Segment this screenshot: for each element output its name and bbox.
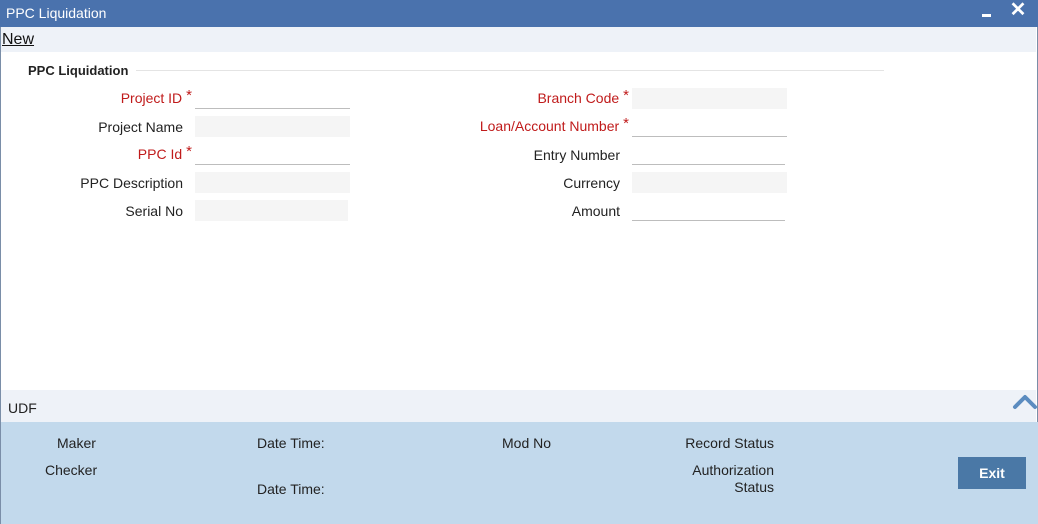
new-link[interactable]: New (2, 31, 34, 49)
menu-bar: New (1, 27, 1036, 52)
section-title: PPC Liquidation (28, 63, 129, 78)
ppc-description-label: PPC Description (80, 175, 183, 191)
branch-code-label: Branch Code * (537, 87, 629, 106)
udf-bar[interactable]: UDF (1, 390, 1036, 422)
ppc-id-label: PPC Id * (137, 143, 192, 162)
section-divider (136, 70, 884, 71)
checker-date-time-label: Date Time: (257, 481, 325, 497)
exit-button[interactable]: Exit (958, 457, 1026, 489)
amount-label: Amount (571, 203, 620, 219)
udf-label: UDF (8, 400, 37, 416)
required-marker: * (623, 87, 629, 104)
record-status-label: Record Status (685, 435, 774, 451)
checker-label: Checker (45, 462, 98, 478)
minimize-icon[interactable] (978, 4, 996, 22)
entry-number-field[interactable] (632, 144, 785, 165)
currency-label: Currency (563, 175, 620, 191)
maker-label: Maker (57, 435, 96, 451)
project-name-label: Project Name (98, 119, 183, 135)
currency-field[interactable] (632, 172, 787, 193)
serial-no-label: Serial No (125, 203, 183, 219)
close-icon[interactable]: ✕ (1008, 0, 1028, 22)
amount-field[interactable] (632, 200, 785, 221)
maker-date-time-label: Date Time: (257, 435, 325, 451)
required-marker: * (623, 115, 629, 132)
branch-code-field[interactable] (632, 88, 787, 109)
required-marker: * (186, 143, 192, 160)
entry-number-label: Entry Number (533, 147, 620, 163)
loan-account-number-label: Loan/Account Number * (479, 115, 629, 134)
mod-no-label: Mod No (502, 435, 552, 451)
project-name-field[interactable] (195, 116, 350, 137)
loan-account-number-input[interactable] (632, 116, 787, 137)
project-id-input[interactable] (195, 88, 350, 109)
project-id-label: Project ID * (120, 87, 192, 106)
ppc-description-field[interactable] (195, 172, 350, 193)
authorization-status-label: Authorization Status (692, 462, 774, 495)
window-title: PPC Liquidation (6, 5, 107, 21)
serial-no-field[interactable] (195, 200, 348, 221)
title-bar: PPC Liquidation ✕ (0, 0, 1038, 27)
required-marker: * (186, 87, 192, 104)
chevron-up-icon[interactable] (1012, 392, 1038, 410)
ppc-id-input[interactable] (195, 144, 350, 165)
